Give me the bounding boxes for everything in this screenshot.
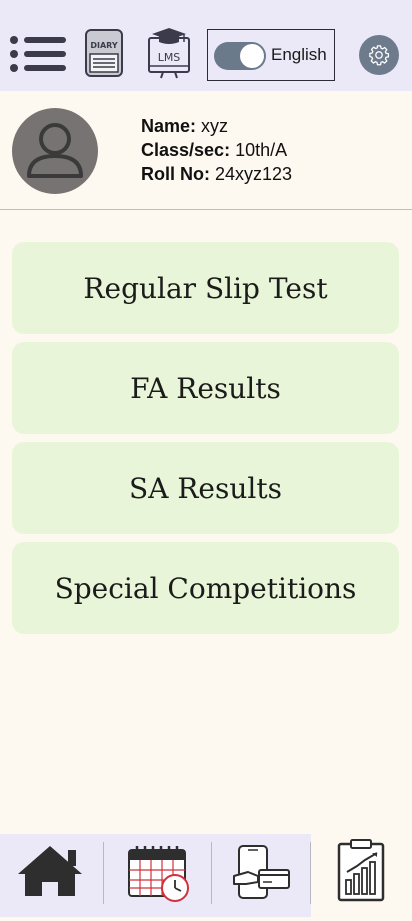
name-row: Name: xyz	[141, 114, 292, 138]
roll-row: Roll No: 24xyz123	[141, 162, 292, 186]
language-label: English	[271, 45, 327, 64]
top-bar: DIARY LMS English	[0, 0, 412, 91]
toggle-switch[interactable]	[214, 42, 266, 70]
class-label: Class/sec:	[141, 140, 231, 160]
nav-payments[interactable]	[212, 834, 310, 917]
language-toggle[interactable]: English	[207, 29, 335, 81]
divider	[0, 209, 412, 210]
hamburger-menu-icon[interactable]	[8, 34, 68, 74]
sa-results-button[interactable]: SA Results	[12, 442, 399, 534]
calendar-clock-icon	[128, 846, 189, 902]
nav-calendar[interactable]	[104, 834, 211, 917]
report-chart-icon	[337, 839, 385, 902]
user-icon	[27, 123, 83, 178]
avatar[interactable]	[12, 108, 98, 194]
roll-label: Roll No:	[141, 164, 210, 184]
bottom-navigation	[0, 834, 412, 917]
lms-label: LMS	[158, 51, 181, 64]
fa-results-button[interactable]: FA Results	[12, 342, 399, 434]
gear-icon	[369, 45, 390, 66]
diary-label: DIARY	[90, 41, 118, 50]
name-value: xyz	[201, 116, 229, 136]
special-competitions-button[interactable]: Special Competitions	[12, 542, 399, 634]
mobile-payment-icon	[233, 845, 290, 899]
regular-slip-test-button[interactable]: Regular Slip Test	[12, 242, 399, 334]
roll-value: 24xyz123	[215, 164, 293, 184]
toggle-knob	[240, 44, 264, 68]
student-profile: Name: xyz Class/sec: 10th/A Roll No: 24x…	[0, 91, 412, 209]
class-row: Class/sec: 10th/A	[141, 138, 292, 162]
student-info: Name: xyz Class/sec: 10th/A Roll No: 24x…	[141, 114, 292, 186]
class-value: 10th/A	[235, 140, 288, 160]
diary-icon[interactable]: DIARY	[82, 28, 126, 78]
nav-reports[interactable]	[311, 834, 412, 917]
name-label: Name:	[141, 116, 197, 136]
settings-button[interactable]	[359, 35, 399, 75]
lms-icon[interactable]: LMS	[146, 26, 200, 80]
nav-home[interactable]	[0, 834, 103, 917]
home-icon	[18, 846, 82, 896]
